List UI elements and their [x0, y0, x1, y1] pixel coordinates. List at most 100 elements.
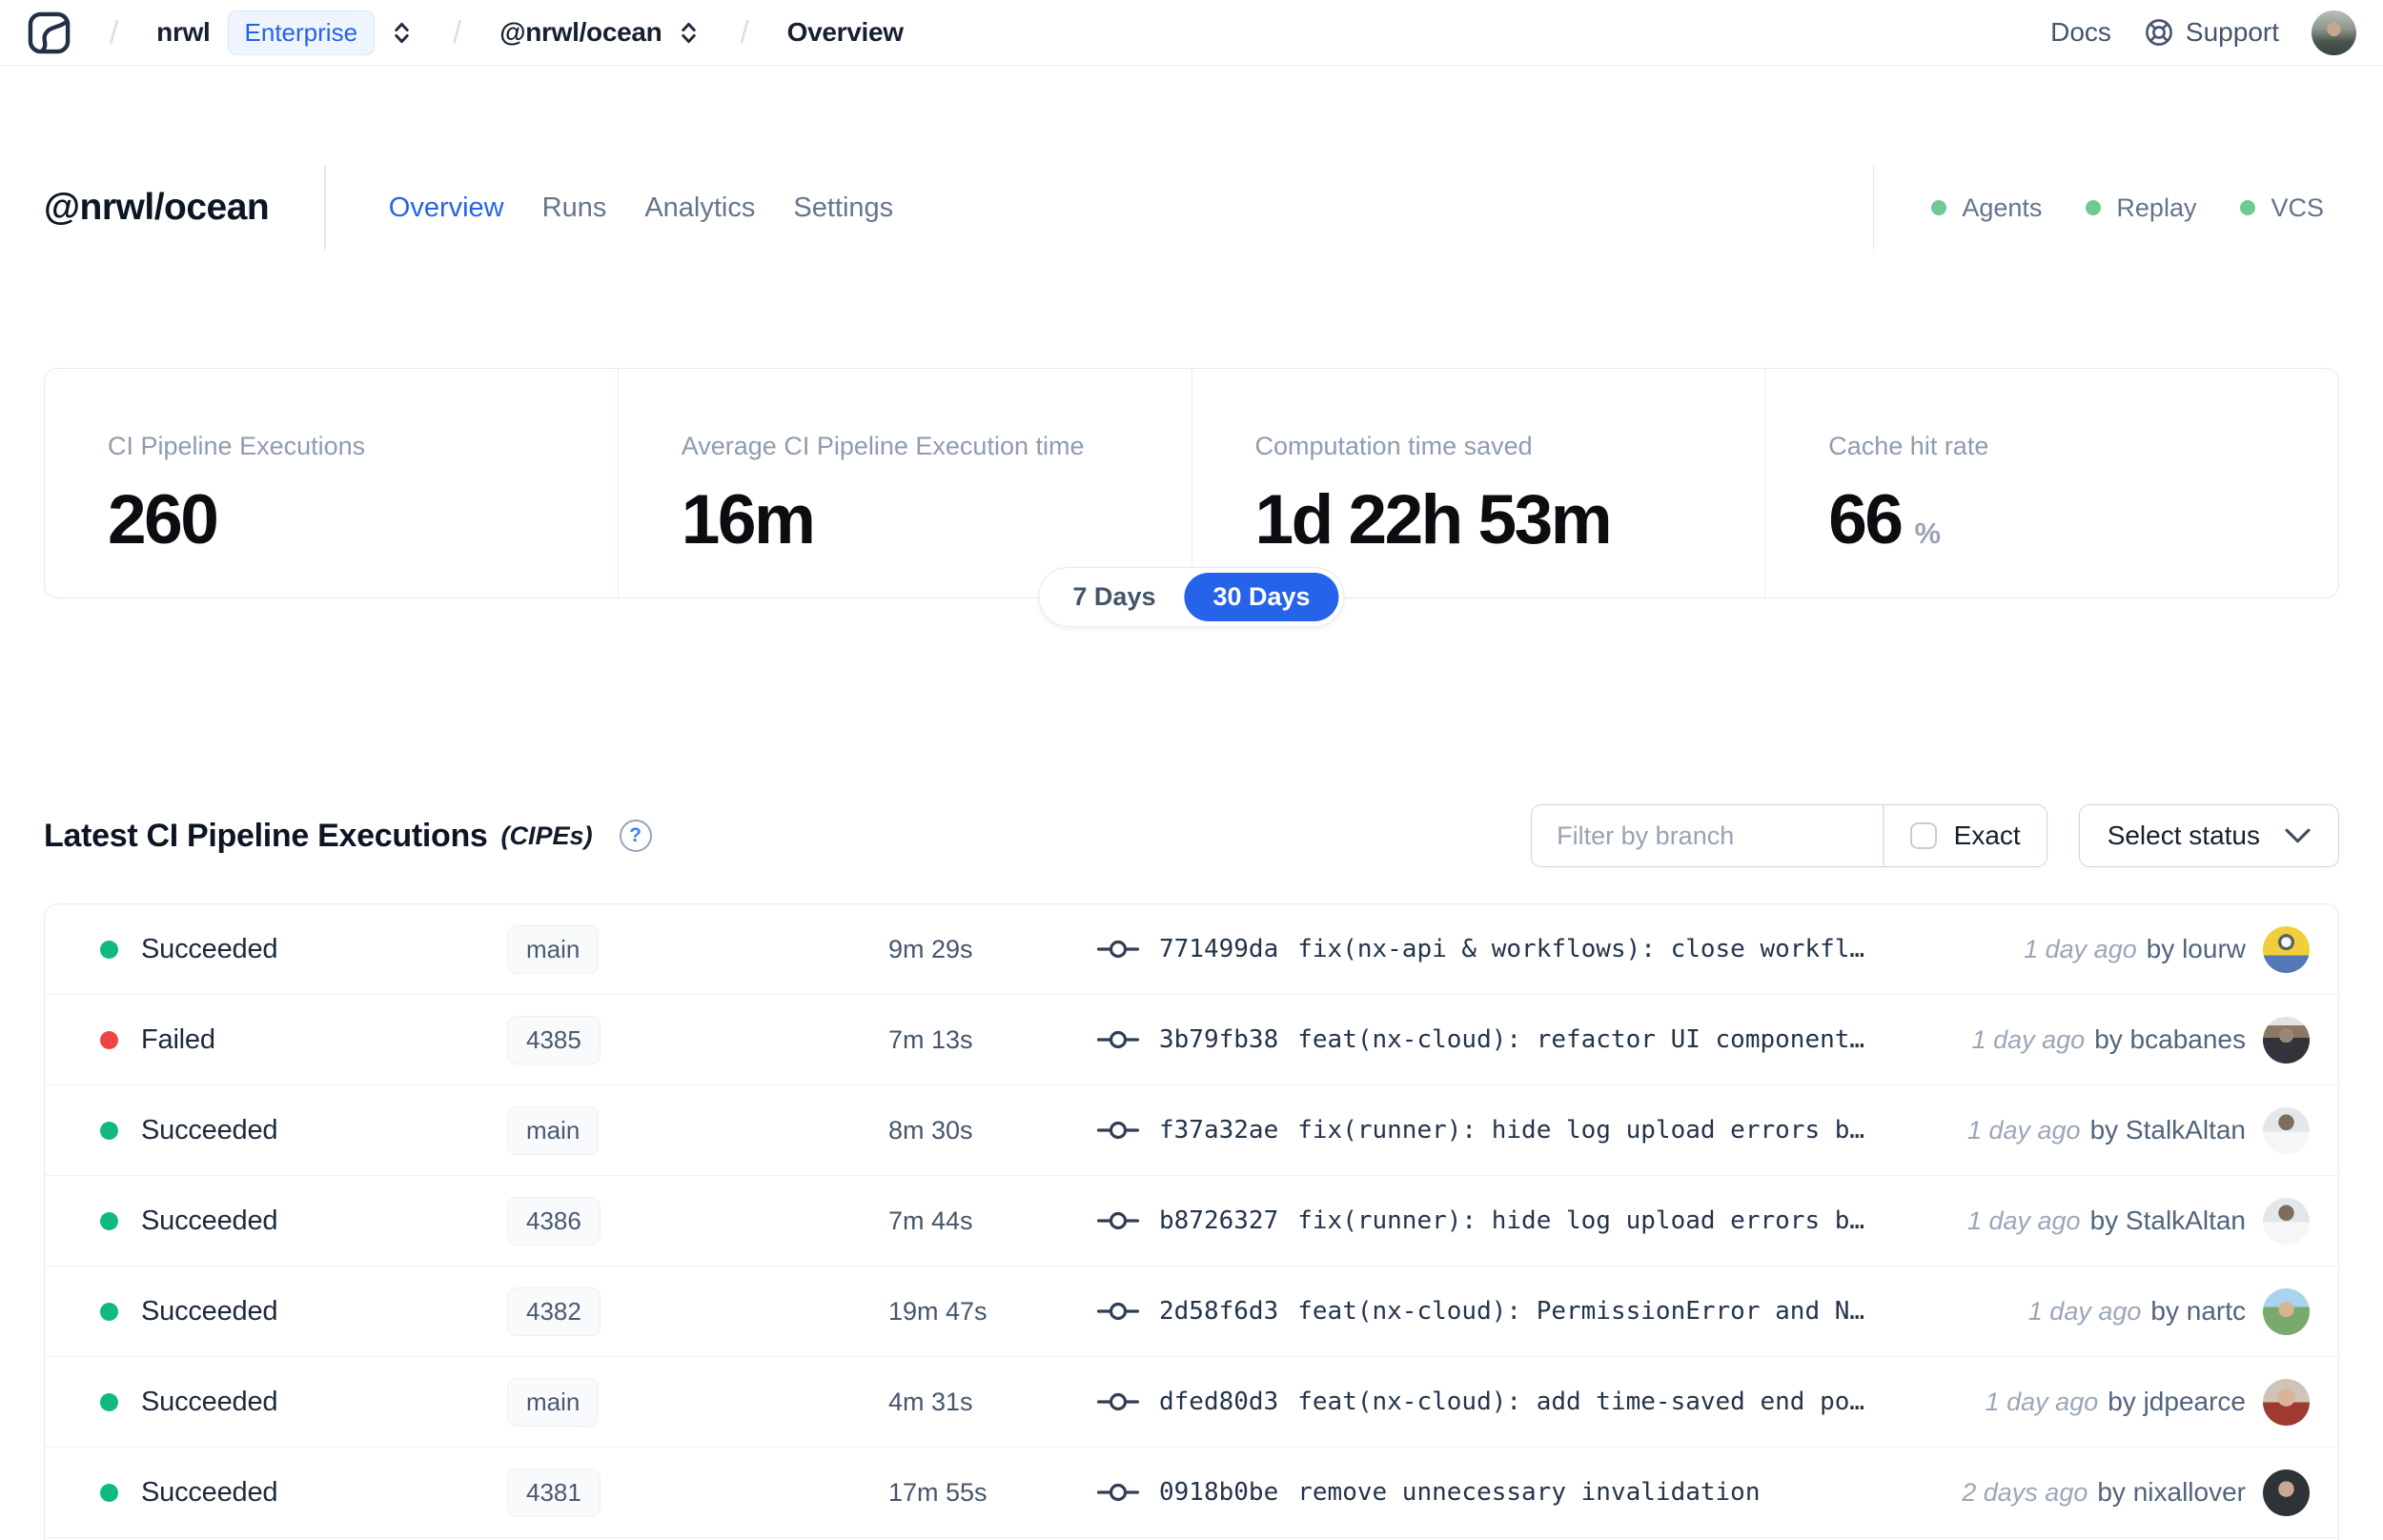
green-status-dot-icon [1931, 200, 1947, 215]
stat-suffix: % [1914, 517, 1942, 550]
time-ago: 1 day ago [2024, 934, 2137, 963]
table-row[interactable]: Succeeded 4382 19m 47s 2d58f6d3 feat(nx-… [45, 1266, 2338, 1357]
author: by bcabanes [2094, 1024, 2246, 1054]
tab-analytics[interactable]: Analytics [642, 187, 757, 230]
stat-label: CI Pipeline Executions [108, 432, 366, 460]
avatar [2263, 1287, 2310, 1335]
breadcrumb-separator: / [740, 14, 749, 50]
stat-value: 260 [108, 481, 219, 558]
git-commit-icon [1097, 940, 1139, 959]
duration: 17m 55s [888, 1477, 988, 1507]
tab-runs[interactable]: Runs [540, 187, 609, 230]
avatar [2263, 1378, 2310, 1426]
stat-cache-hit-rate: Cache hit rate 66 % [1764, 369, 2338, 598]
feature-vcs-label: VCS [2271, 192, 2324, 222]
plan-badge: Enterprise [227, 10, 376, 55]
table-row[interactable]: Failed 4385 7m 13s 3b79fb38 feat(nx-clou… [45, 995, 2338, 1085]
time-ago: 2 days ago [1962, 1477, 2088, 1507]
table-controls: Exact Select status [1531, 804, 2339, 867]
feature-replay[interactable]: Replay [2086, 193, 2196, 223]
tab-settings[interactable]: Settings [791, 187, 895, 230]
breadcrumb-org[interactable]: nrwl [156, 17, 211, 48]
branch-badge: 4381 [507, 1468, 601, 1517]
time-ago: 1 day ago [2027, 1296, 2142, 1326]
nx-cloud-logo-icon[interactable] [27, 10, 71, 55]
feature-replay-label: Replay [2116, 192, 2197, 222]
branch-badge: 4382 [507, 1287, 601, 1336]
stats-cards: CI Pipeline Executions 260 Average CI Pi… [44, 368, 2339, 627]
select-status-label: Select status [2107, 821, 2260, 850]
avatar [2263, 1469, 2310, 1516]
git-commit-icon [1097, 1392, 1139, 1411]
exact-toggle[interactable]: Exact [1884, 821, 2047, 851]
breadcrumb-separator: / [110, 14, 119, 50]
avatar [2263, 1197, 2310, 1245]
duration: 7m 13s [888, 1024, 973, 1054]
table-row[interactable]: Succeeded main 9m 29s 771499da fix(nx-ap… [45, 904, 2338, 995]
feature-vcs[interactable]: VCS [2240, 193, 2324, 223]
duration: 9m 29s [888, 934, 973, 963]
duration: 7m 44s [888, 1206, 973, 1235]
divider [1872, 166, 1875, 250]
support-link[interactable]: Support [2144, 17, 2279, 48]
stat-value: 66 [1828, 481, 1904, 558]
time-ago: 1 day ago [1966, 1206, 2081, 1235]
tab-overview[interactable]: Overview [387, 187, 506, 230]
commit-hash: f37a32ae [1159, 1116, 1279, 1145]
table-row[interactable]: Succeeded main 4m 31s dfed80d3 feat(nx-c… [45, 1357, 2338, 1448]
workspace-switcher-chevron-icon[interactable] [676, 20, 702, 46]
select-status-dropdown[interactable]: Select status [2078, 804, 2339, 867]
support-label: Support [2185, 17, 2279, 47]
exact-checkbox[interactable] [1909, 822, 1937, 849]
section-subtitle: (CIPEs) [500, 821, 593, 850]
status-dot [100, 1030, 118, 1049]
branch-filter-input[interactable] [1532, 805, 1884, 866]
status-dot [100, 1483, 118, 1502]
status-dot [100, 1392, 118, 1411]
status-label: Succeeded [141, 1386, 278, 1417]
commit-message: fix(nx-api & workflows): close workfl… [1297, 935, 1865, 963]
feature-agents-label: Agents [1962, 192, 2043, 222]
feature-agents[interactable]: Agents [1931, 193, 2042, 223]
avatar [2263, 1016, 2310, 1064]
chevron-down-icon [2285, 828, 2311, 842]
git-commit-icon [1097, 1121, 1139, 1140]
green-status-dot-icon [2240, 200, 2256, 215]
duration: 8m 30s [888, 1115, 973, 1145]
table-row[interactable]: Succeeded main 8m 30s f37a32ae fix(runne… [45, 1085, 2338, 1176]
git-commit-icon [1097, 1211, 1139, 1230]
avatar [2263, 1106, 2310, 1154]
author: by nartc [2150, 1296, 2246, 1326]
table-row[interactable]: Succeeded 4381 17m 55s 0918b0be remove u… [45, 1448, 2338, 1538]
stat-ci-pipeline-executions: CI Pipeline Executions 260 [45, 369, 618, 598]
branch-filter-group: Exact [1531, 804, 2047, 867]
breadcrumb-workspace[interactable]: @nrwl/ocean [499, 17, 662, 48]
avatar [2263, 925, 2310, 973]
top-navbar: / nrwl Enterprise / @nrwl/ocean / Overvi… [0, 0, 2383, 66]
user-avatar[interactable] [2312, 10, 2356, 55]
author: by nixallover [2097, 1477, 2246, 1507]
green-status-dot-icon [2086, 200, 2102, 215]
branch-badge: 4385 [507, 1015, 601, 1064]
duration: 4m 31s [888, 1387, 973, 1416]
commit-hash: dfed80d3 [1159, 1388, 1279, 1416]
period-30-days-button[interactable]: 30 Days [1184, 573, 1339, 621]
exact-label: Exact [1953, 821, 2021, 850]
status-label: Succeeded [141, 933, 278, 964]
table-row[interactable]: Succeeded 4386 7m 44s b8726327 fix(runne… [45, 1176, 2338, 1266]
help-icon[interactable]: ? [619, 820, 652, 852]
author: by StalkAltan [2089, 1115, 2246, 1145]
period-7-days-button[interactable]: 7 Days [1044, 573, 1184, 621]
time-ago: 1 day ago [1971, 1024, 2086, 1054]
divider [324, 166, 326, 250]
org-switcher-chevron-icon[interactable] [389, 20, 415, 46]
commit-message: feat(nx-cloud): PermissionError and N… [1297, 1297, 1865, 1326]
status-label: Succeeded [141, 1114, 278, 1145]
author: by StalkAltan [2089, 1206, 2246, 1235]
git-commit-icon [1097, 1483, 1139, 1502]
status-label: Succeeded [141, 1295, 278, 1327]
commit-hash: 3b79fb38 [1159, 1025, 1279, 1054]
status-dot [100, 1121, 118, 1140]
docs-link[interactable]: Docs [2050, 17, 2111, 48]
commit-message: remove unnecessary invalidation [1297, 1478, 1761, 1507]
